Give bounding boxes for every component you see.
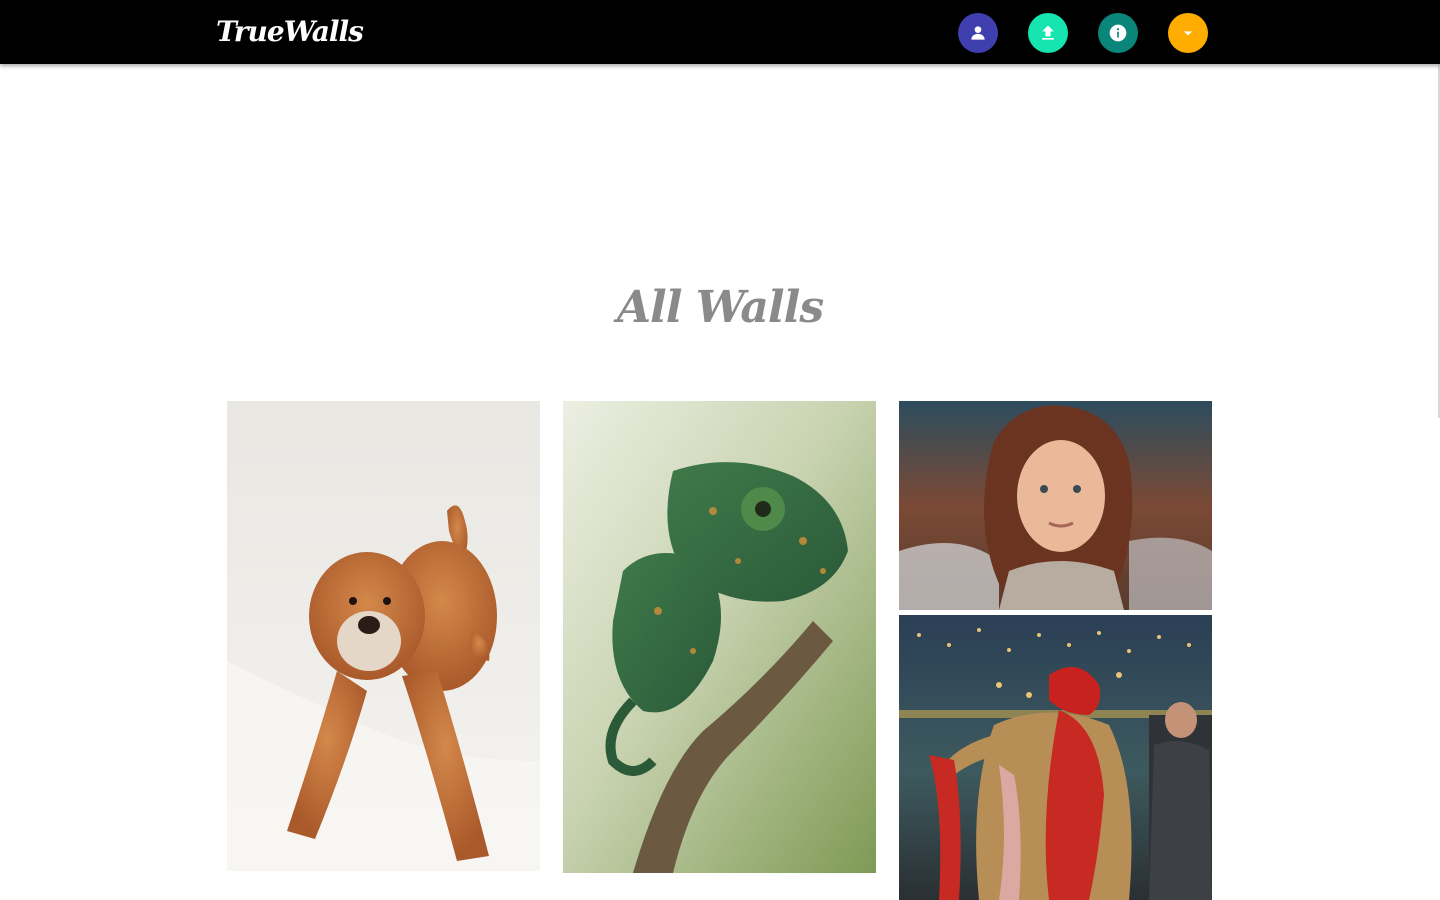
woman-portrait-photo [899, 401, 1212, 610]
wallpaper-dog-in-snow[interactable] [227, 401, 540, 871]
top-navbar: TrueWalls [0, 0, 1440, 64]
person-icon [968, 23, 988, 43]
caret-down-icon [1178, 23, 1198, 43]
upload-button[interactable] [1028, 13, 1068, 53]
info-button[interactable] [1098, 13, 1138, 53]
wedding-groom-photo [899, 615, 1212, 900]
wallpaper-wedding[interactable] [899, 615, 1212, 900]
info-icon [1108, 23, 1128, 43]
wallpaper-portrait[interactable] [899, 401, 1212, 610]
brand-logo[interactable]: TrueWalls [216, 13, 364, 51]
profile-button[interactable] [958, 13, 998, 53]
upload-icon [1038, 23, 1058, 43]
dog-in-snow-photo [227, 401, 540, 871]
page-title: All Walls [616, 282, 824, 333]
menu-dropdown-button[interactable] [1168, 13, 1208, 53]
chameleon-on-branch-photo [563, 401, 876, 873]
wallpaper-chameleon[interactable] [563, 401, 876, 873]
